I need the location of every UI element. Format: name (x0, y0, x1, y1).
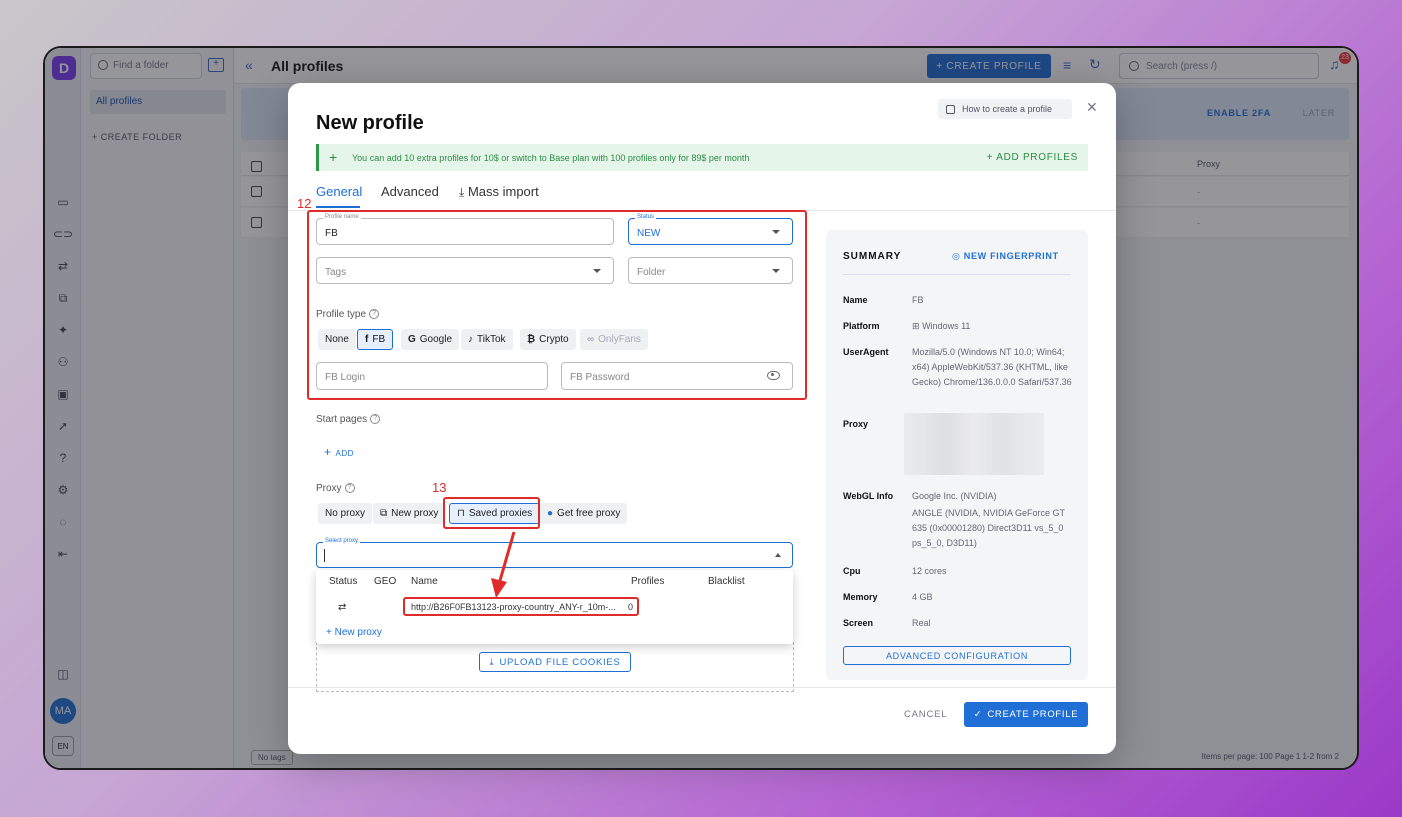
col-name: Name (411, 576, 438, 587)
proxy-text: Proxy (316, 483, 342, 494)
highlight-box-saved-proxies (443, 497, 540, 529)
tab-mass-import[interactable]: ⤓ Mass import (459, 184, 539, 200)
help-icon[interactable]: ? (370, 414, 381, 425)
summary-webgl-key: WebGL Info (843, 491, 894, 501)
proxy-option-none[interactable]: No proxy (318, 503, 373, 524)
summary-screen-value: Real (912, 618, 931, 628)
upload-cookies-button[interactable]: ⤓ UPLOAD FILE COOKIES (479, 652, 631, 672)
promo-text: You can add 10 extra profiles for 10$ or… (352, 153, 750, 163)
arrow-head (491, 578, 507, 598)
close-icon[interactable]: ✕ (1086, 99, 1098, 116)
add-start-page-button[interactable]: + ADD (324, 445, 354, 459)
platform-text: Windows 11 (922, 321, 971, 331)
create-profile-label: CREATE PROFILE (987, 709, 1079, 720)
summary-panel: SUMMARY ◎ NEW FINGERPRINT Name FB Platfo… (826, 230, 1088, 680)
video-icon (946, 104, 955, 114)
check-icon: ✓ (973, 709, 983, 720)
select-proxy-input[interactable]: Select proxy (316, 538, 793, 568)
proxy-label: Proxy? (316, 483, 355, 494)
summary-platform-value: ⊞ Windows 11 (912, 319, 1082, 334)
summary-webgl-vendor: Google Inc. (NVIDIA) (912, 491, 997, 501)
summary-webgl-renderer: ANGLE (NVIDIA, NVIDIA GeForce GT 635 (0x… (912, 508, 1065, 548)
arrow-shaft (497, 531, 516, 585)
active-tab-indicator (316, 206, 360, 208)
fingerprint-icon: ◎ (952, 251, 961, 261)
cookies-drop-zone[interactable]: ⤓ UPLOAD FILE COOKIES (316, 642, 794, 692)
summary-platform-key: Platform (843, 321, 880, 331)
new-proxy-label: New proxy (391, 508, 439, 519)
start-pages-text: Start pages (316, 414, 368, 425)
annotation-arrow (491, 531, 516, 598)
add-profiles-button[interactable]: + ADD PROFILES (987, 152, 1078, 163)
highlight-box-profile-fields (307, 210, 807, 400)
get-free-proxy-label: Get free proxy (557, 508, 621, 519)
cancel-button[interactable]: CANCEL (904, 709, 947, 720)
add-label: ADD (335, 449, 354, 458)
summary-ua-value: Mozilla/5.0 (Windows NT 10.0; Win64; x64… (912, 347, 1072, 387)
new-proxy-icon: ⧉ (380, 508, 388, 519)
tab-mass-import-label: Mass import (467, 184, 539, 199)
dialog-title: New profile (316, 112, 424, 134)
promo-banner: + You can add 10 extra profiles for 10$ … (316, 144, 1088, 171)
select-proxy-label: Select proxy (323, 538, 361, 544)
summary-memory-value: 4 GB (912, 592, 933, 602)
summary-cpu-key: Cpu (843, 566, 861, 576)
summary-divider (843, 274, 1071, 275)
new-profile-dialog: New profile How to create a profile ✕ + … (288, 83, 1116, 754)
swap-icon: ⇄ (338, 602, 347, 613)
upload-cookies-label: UPLOAD FILE COOKIES (499, 656, 621, 668)
plus-icon: + (324, 445, 332, 459)
col-profiles: Profiles (631, 576, 665, 587)
flame-icon: ● (547, 508, 554, 519)
new-fingerprint-button[interactable]: ◎ NEW FINGERPRINT (952, 251, 1059, 262)
col-blacklist: Blacklist (708, 576, 745, 587)
summary-proxy-key: Proxy (843, 419, 869, 429)
col-geo: GEO (374, 576, 397, 587)
text-cursor (324, 549, 325, 562)
summary-cpu-value: 12 cores (912, 566, 947, 576)
proxy-option-new[interactable]: ⧉ New proxy (373, 503, 446, 524)
tab-advanced[interactable]: Advanced (381, 184, 439, 199)
upload-icon: ⤓ (489, 656, 495, 668)
plus-icon: + (329, 149, 338, 165)
summary-screen-key: Screen (843, 618, 874, 628)
annotation-13: 13 (432, 480, 447, 495)
footer-divider (288, 687, 1116, 688)
create-profile-button[interactable]: ✓ CREATE PROFILE (964, 702, 1088, 727)
summary-ua-key: UserAgent (843, 347, 889, 357)
proxy-blurred-value (904, 413, 1044, 475)
windows-icon: ⊞ (912, 321, 920, 331)
summary-name-key: Name (843, 295, 868, 305)
how-to-label: How to create a profile (962, 104, 1053, 114)
summary-memory-key: Memory (843, 592, 878, 602)
download-icon: ⤓ (459, 185, 465, 199)
start-pages-label: Start pages? (316, 414, 381, 425)
tab-general[interactable]: General (316, 184, 362, 199)
how-to-button[interactable]: How to create a profile (938, 99, 1072, 119)
new-fingerprint-label: NEW FINGERPRINT (963, 251, 1059, 261)
annotation-12: 12 (297, 196, 312, 211)
no-proxy-label: No proxy (325, 508, 366, 519)
advanced-configuration-button[interactable]: ADVANCED CONFIGURATION (843, 646, 1071, 665)
help-icon[interactable]: ? (344, 483, 355, 494)
proxy-option-free[interactable]: ● Get free proxy (540, 503, 628, 524)
chevron-up-icon[interactable] (775, 553, 781, 557)
col-status: Status (329, 576, 358, 587)
summary-name-value: FB (912, 295, 924, 305)
summary-title: SUMMARY (843, 251, 902, 262)
new-proxy-link[interactable]: + New proxy (326, 627, 382, 638)
